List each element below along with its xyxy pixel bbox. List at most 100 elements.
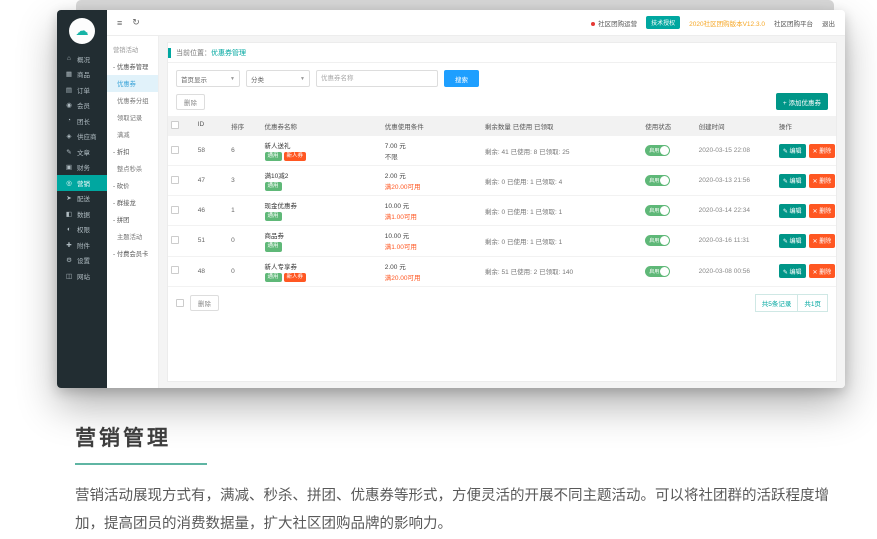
add-coupon-button[interactable]: + 添加优惠券 [776, 93, 828, 110]
logout-link[interactable]: 退出 [822, 18, 835, 28]
row-checkbox[interactable] [171, 146, 179, 154]
sidebar-item-label: 会员 [77, 100, 90, 110]
row-checkbox[interactable] [171, 236, 179, 244]
footer-delete-button[interactable]: 删除 [190, 295, 219, 311]
sidebar-item-label: 文章 [77, 147, 90, 157]
subsidebar-item[interactable]: - 砍价 [107, 177, 158, 194]
row-actions-group: ✎ 编辑✕ 删除 [779, 144, 833, 158]
edit-button[interactable]: ✎ 编辑 [779, 174, 806, 188]
delete-button[interactable]: ✕ 删除 [809, 174, 836, 188]
toggle-label: 启用 [649, 237, 659, 244]
delete-button[interactable]: ✕ 删除 [809, 144, 836, 158]
subsidebar-item[interactable]: 主题活动 [107, 228, 158, 245]
subsidebar-item[interactable]: - 优惠券管理 [107, 58, 158, 75]
coupon-name: 现金优惠券 [265, 200, 379, 210]
sidebar-item-data[interactable]: ◧数据 [57, 206, 107, 222]
coupon-badge: 通用 [265, 182, 282, 191]
coupon-badge: 新人券 [284, 152, 307, 161]
row-id: 48 [195, 264, 228, 279]
row-checkbox-cell [168, 142, 195, 160]
supplier-icon: ◈ [65, 132, 73, 140]
status-cell: 启用 [642, 201, 695, 220]
subsidebar-item[interactable]: - 拼团 [107, 211, 158, 228]
sidebar-item-delivery[interactable]: ➤配送 [57, 191, 107, 207]
subsidebar-item[interactable]: 满减 [107, 126, 158, 143]
subsidebar-item[interactable]: - 群接龙 [107, 194, 158, 211]
sidebar-item-marketing[interactable]: ◎营销 [57, 175, 107, 191]
row-sort: 3 [228, 173, 261, 188]
platform-link[interactable]: 社区团购平台 [774, 18, 813, 28]
row-checkbox-cell [168, 172, 195, 190]
sidebar-item-goods[interactable]: ▦商品 [57, 67, 107, 83]
sidebar-item-permission[interactable]: ◐权限 [57, 222, 107, 238]
status-toggle[interactable]: 启用 [645, 175, 670, 186]
sidebar-item-articles[interactable]: ✎文章 [57, 144, 107, 160]
subsidebar-item[interactable]: - 折扣 [107, 143, 158, 160]
row-checkbox[interactable] [171, 266, 179, 274]
delete-button[interactable]: ✕ 删除 [809, 234, 836, 248]
coupon-condition-cell: 2.00 元满20.00可用 [382, 257, 482, 286]
sidebar-item-members[interactable]: ◉会员 [57, 98, 107, 114]
coupon-badge: 通用 [265, 212, 282, 221]
row-actions-group: ✎ 编辑✕ 删除 [779, 204, 833, 218]
row-id: 47 [195, 173, 228, 188]
breadcrumb-current[interactable]: 优惠券管理 [211, 48, 246, 58]
delete-button[interactable]: ✕ 删除 [809, 204, 836, 218]
edit-button[interactable]: ✎ 编辑 [779, 204, 806, 218]
row-checkbox-cell [168, 232, 195, 250]
sidebar-item-attachment[interactable]: ✚附件 [57, 237, 107, 253]
subsidebar-item[interactable]: - 付费会员卡 [107, 245, 158, 262]
batch-delete-button[interactable]: 删除 [176, 94, 205, 110]
created-time: 2020-03-08 00:56 [696, 264, 776, 279]
breadcrumb-accent-bar [168, 48, 171, 58]
delete-button[interactable]: ✕ 删除 [809, 264, 836, 278]
subsidebar-item[interactable]: 优惠券 [107, 75, 158, 92]
sidebar-item-suppliers[interactable]: ◈供应商 [57, 129, 107, 145]
subsidebar-item[interactable]: 领取记录 [107, 109, 158, 126]
sidebar-item-site[interactable]: ◫网站 [57, 268, 107, 284]
header-select-all-checkbox[interactable] [171, 121, 179, 129]
created-time: 2020-03-16 11:31 [696, 233, 776, 248]
sidebar-item-settings[interactable]: ⚙设置 [57, 253, 107, 269]
status-toggle[interactable]: 启用 [645, 205, 670, 216]
subsidebar-item[interactable]: 整点秒杀 [107, 160, 158, 177]
red-dot-icon [591, 22, 595, 26]
coupon-amount: 2.00 元 [385, 261, 479, 271]
refresh-icon[interactable]: ↻ [132, 17, 140, 28]
avatar-wrap: ☁ [57, 10, 107, 51]
edit-button[interactable]: ✎ 编辑 [779, 234, 806, 248]
row-checkbox[interactable] [171, 176, 179, 184]
status-toggle[interactable]: 启用 [645, 235, 670, 246]
topbar: ≡ ↻ 社区团购运营 技术授权 2020社区团购版本V12.3.0 社区团购平台… [107, 10, 845, 36]
panel-empty-space [168, 319, 836, 381]
status-toggle[interactable]: 启用 [645, 266, 670, 277]
coupon-name-input[interactable] [316, 70, 438, 87]
edit-button[interactable]: ✎ 编辑 [779, 144, 806, 158]
sidebar-item-orders[interactable]: ▤订单 [57, 82, 107, 98]
subsidebar-item[interactable]: 优惠券分组 [107, 92, 158, 109]
home-display-select[interactable]: 首页显示 ▼ [176, 70, 240, 87]
notice-text[interactable]: 社区团购运营 [591, 18, 637, 28]
status-toggle[interactable]: 启用 [645, 145, 670, 156]
total-records: 共5条记录 [755, 294, 799, 312]
row-checkbox[interactable] [171, 206, 179, 214]
total-pages[interactable]: 共1页 [798, 294, 828, 312]
select-all-checkbox[interactable] [176, 299, 184, 307]
sidebar-item-overview[interactable]: ⌂概况 [57, 51, 107, 67]
auth-badge[interactable]: 技术授权 [646, 16, 680, 29]
title-underline [75, 463, 207, 465]
coupon-use-condition: 满1.00可用 [385, 241, 479, 251]
sidebar-item-leaders[interactable]: ◔团长 [57, 113, 107, 129]
toggle-knob [660, 146, 669, 155]
coupon-badge: 通用 [265, 242, 282, 251]
toggle-knob [660, 236, 669, 245]
search-button[interactable]: 搜索 [444, 70, 479, 87]
avatar[interactable]: ☁ [69, 18, 95, 44]
category-select[interactable]: 分类 ▼ [246, 70, 310, 87]
edit-button[interactable]: ✎ 编辑 [779, 264, 806, 278]
hamburger-icon[interactable]: ≡ [117, 18, 122, 28]
version-text[interactable]: 2020社区团购版本V12.3.0 [689, 18, 765, 28]
table-header-cell: 优惠使用条件 [382, 116, 482, 136]
sidebar-item-finance[interactable]: ▣财务 [57, 160, 107, 176]
topbar-right: 社区团购运营 技术授权 2020社区团购版本V12.3.0 社区团购平台 退出 [591, 16, 835, 29]
